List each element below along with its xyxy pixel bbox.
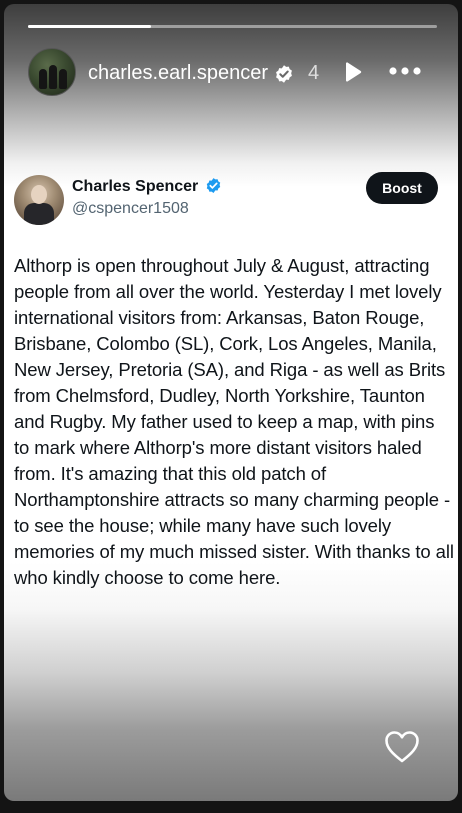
story-progress-fill bbox=[28, 25, 151, 28]
story-header: charles.earl.spencer 4 bbox=[28, 46, 437, 98]
verified-badge-icon bbox=[206, 177, 220, 193]
verified-badge-icon bbox=[275, 64, 292, 83]
story-username-text[interactable]: charles.earl.spencer bbox=[88, 62, 268, 84]
tweet-author-name-text[interactable]: Charles Spencer bbox=[72, 178, 198, 195]
story-avatar[interactable] bbox=[28, 48, 76, 96]
story-progress-bar bbox=[28, 25, 437, 28]
story-username[interactable]: charles.earl.spencer bbox=[88, 62, 294, 85]
boost-button[interactable]: Boost bbox=[366, 172, 438, 204]
tweet-author-avatar[interactable] bbox=[14, 175, 64, 225]
more-icon[interactable] bbox=[388, 64, 422, 78]
story-viewer: charles.earl.spencer 4 Charles Spencer @… bbox=[4, 4, 458, 801]
heart-icon[interactable] bbox=[384, 730, 420, 764]
tweet-text: Althorp is open throughout July & August… bbox=[14, 255, 454, 588]
tweet-author-handle[interactable]: @cspencer1508 bbox=[72, 200, 189, 218]
story-timestamp: 4 bbox=[308, 62, 320, 84]
tweet-author-name[interactable]: Charles Spencer bbox=[72, 177, 222, 196]
play-icon[interactable] bbox=[340, 60, 364, 84]
